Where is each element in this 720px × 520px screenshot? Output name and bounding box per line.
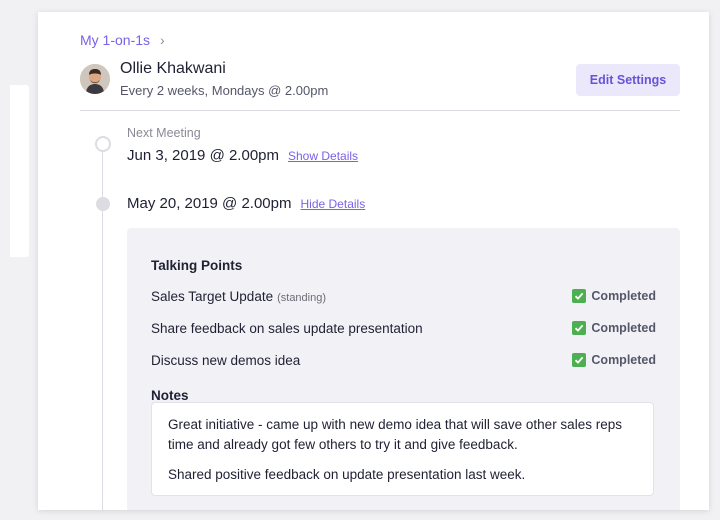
timeline-dot-past	[96, 197, 110, 211]
timeline-dot-next	[95, 136, 111, 152]
status-completed[interactable]: Completed	[572, 353, 656, 367]
note-paragraph: Shared positive feedback on update prese…	[168, 467, 526, 482]
status-label: Completed	[591, 353, 656, 367]
talking-point-label: Share feedback on sales update presentat…	[151, 320, 423, 336]
edit-settings-button[interactable]: Edit Settings	[576, 64, 680, 96]
notes-title: Notes	[151, 388, 189, 403]
standing-tag: (standing)	[277, 291, 327, 304]
chevron-right-icon: ›	[160, 32, 165, 48]
talking-point-label: Discuss new demos idea	[151, 352, 301, 368]
side-card	[10, 85, 29, 257]
status-label: Completed	[591, 289, 656, 303]
meeting-details: Talking Points Sales Target Update (stand…	[127, 228, 680, 510]
check-icon	[572, 353, 587, 367]
breadcrumb-link[interactable]: My 1-on-1s	[80, 32, 150, 48]
talking-point-label: Sales Target Update	[151, 288, 274, 304]
next-meeting-date: Jun 3, 2019 @ 2.00pm	[127, 147, 279, 164]
talking-point-row: Discuss new demos idea Completed	[151, 350, 656, 370]
check-icon	[572, 321, 587, 335]
notes-box[interactable]: Great initiative - came up with new demo…	[151, 402, 654, 496]
talking-points-title: Talking Points	[151, 258, 243, 273]
talking-point-row: Share feedback on sales update presentat…	[151, 318, 656, 338]
next-meeting-row: Jun 3, 2019 @ 2.00pm Show Details	[127, 147, 358, 164]
talking-point-text: Sales Target Update (standing)	[151, 289, 326, 304]
header-divider	[80, 110, 680, 111]
avatar	[80, 64, 110, 94]
status-label: Completed	[591, 321, 656, 335]
user-photo-icon	[80, 64, 110, 94]
hide-details-link[interactable]: Hide Details	[301, 197, 366, 211]
person-name: Ollie Khakwani	[120, 60, 226, 77]
next-meeting-label: Next Meeting	[127, 126, 201, 140]
status-completed[interactable]: Completed	[572, 289, 656, 303]
show-details-link[interactable]: Show Details	[288, 149, 358, 163]
meeting-schedule: Every 2 weeks, Mondays @ 2.00pm	[120, 83, 329, 98]
past-meeting-date: May 20, 2019 @ 2.00pm	[127, 195, 292, 212]
note-paragraph: Great initiative - came up with new demo…	[168, 417, 622, 452]
check-icon	[572, 289, 587, 303]
breadcrumb: My 1-on-1s ›	[80, 32, 165, 48]
one-on-one-panel: My 1-on-1s › Ollie Khakwani Every 2 week…	[38, 12, 709, 510]
past-meeting-row: May 20, 2019 @ 2.00pm Hide Details	[127, 195, 365, 212]
status-completed[interactable]: Completed	[572, 321, 656, 335]
talking-point-row: Sales Target Update (standing) Completed	[151, 286, 656, 306]
